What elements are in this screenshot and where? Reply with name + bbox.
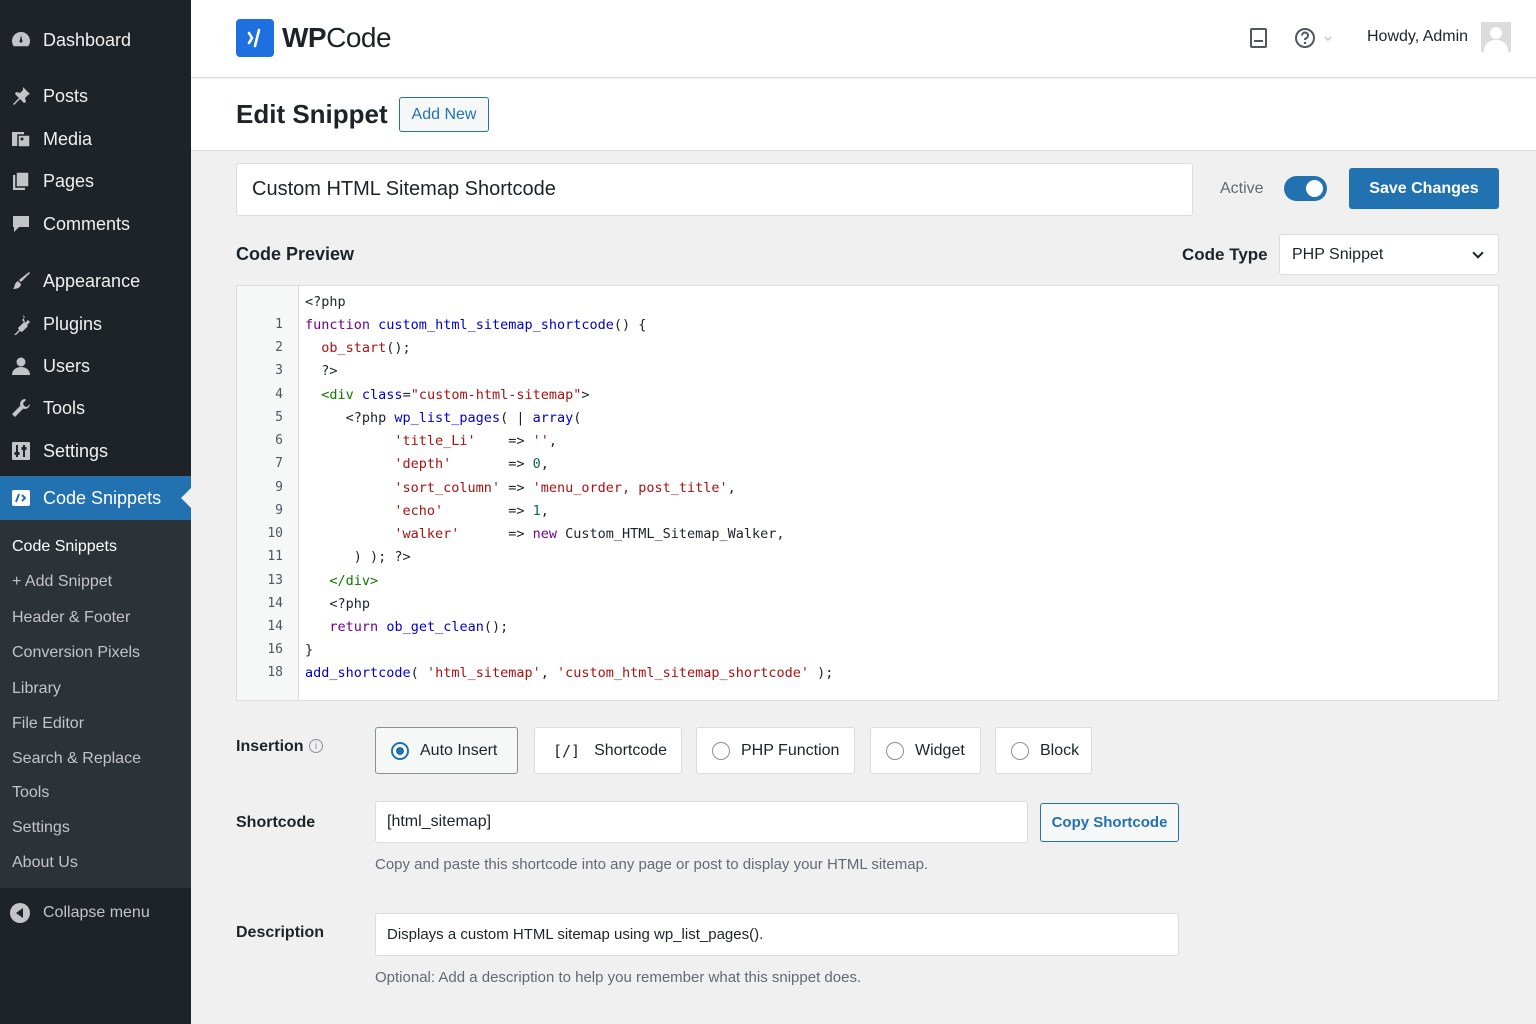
menu-tools[interactable]: Tools: [0, 388, 191, 428]
menu-plugins-label: Plugins: [43, 313, 103, 334]
menu-users[interactable]: Users: [0, 346, 191, 386]
insert-option-label: Widget: [915, 741, 965, 759]
menu-settings[interactable]: Settings: [0, 431, 191, 471]
description-help-text: Optional: Add a description to help you …: [375, 969, 862, 986]
menu-tools-label: Tools: [43, 397, 86, 418]
media-icon: [10, 128, 32, 150]
code-editor[interactable]: <?php 1 function custom_html_sitemap_shor…: [236, 285, 1499, 701]
code-preview-heading: Code Preview: [236, 244, 355, 264]
code-type-value: PHP Snippet: [1292, 245, 1384, 263]
collapse-menu-button[interactable]: Collapse menu: [0, 896, 191, 930]
add-new-button[interactable]: Add New: [399, 97, 489, 132]
menu-appearance[interactable]: Appearance: [0, 261, 191, 301]
settings-sliders-icon: [10, 440, 32, 462]
wpcode-logo-text: WPCode: [282, 22, 392, 53]
menu-posts-label: Posts: [43, 85, 89, 106]
snippet-title-input[interactable]: Custom HTML Sitemap Shortcode: [236, 163, 1193, 216]
insert-option-label: Shortcode: [594, 741, 668, 759]
menu-settings-label: Settings: [43, 440, 109, 461]
chevron-down-icon: [1472, 247, 1484, 259]
pin-icon: [10, 85, 32, 107]
collapse-menu-label: Collapse menu: [43, 904, 150, 921]
admin-sidebar: Dashboard Posts Media Pages Comments App…: [0, 0, 191, 1024]
submenu-about-us[interactable]: About Us: [12, 854, 78, 872]
insertion-label: Insertion: [236, 738, 304, 755]
menu-code-snippets-label: Code Snippets: [43, 487, 162, 508]
active-label: Active: [1220, 180, 1264, 197]
menu-plugins[interactable]: Plugins: [0, 304, 191, 344]
radio-icon: [886, 741, 904, 760]
menu-code-snippets[interactable]: Code Snippets: [0, 476, 191, 520]
menu-appearance-label: Appearance: [43, 270, 141, 291]
shortcode-input[interactable]: [html_sitemap]: [375, 801, 1028, 843]
plug-icon: [10, 313, 32, 335]
code-type-select[interactable]: PHP Snippet: [1279, 234, 1499, 275]
description-input[interactable]: Displays a custom HTML sitemap using wp_…: [375, 913, 1179, 956]
submenu-code-snippets[interactable]: Code Snippets: [12, 538, 117, 556]
copy-shortcode-button[interactable]: Copy Shortcode: [1040, 803, 1179, 842]
menu-pages[interactable]: Pages: [0, 161, 191, 201]
dashboard-icon: [10, 29, 32, 51]
page-title: Edit Snippet: [236, 99, 388, 129]
menu-dashboard-label: Dashboard: [43, 29, 132, 50]
menu-media[interactable]: Media: [0, 119, 191, 159]
radio-icon: [1011, 741, 1029, 760]
submenu-settings[interactable]: Settings: [12, 819, 70, 837]
wpcode-logo: WPCode: [236, 19, 392, 57]
shortcode-label: Shortcode: [236, 814, 316, 831]
submenu-header-footer[interactable]: Header & Footer: [12, 609, 130, 627]
submenu-search-replace[interactable]: Search & Replace: [12, 750, 141, 768]
submenu-tools[interactable]: Tools: [12, 784, 49, 802]
howdy-admin[interactable]: Howdy, Admin: [1367, 28, 1468, 46]
save-changes-button[interactable]: Save Changes: [1349, 168, 1499, 209]
submenu-file-editor[interactable]: File Editor: [12, 715, 84, 733]
insert-option-widget[interactable]: Widget: [870, 727, 981, 774]
wpcode-header: WPCode Howdy, Admin: [191, 0, 1536, 78]
insert-option-label: Auto Insert: [420, 741, 498, 759]
page-header: Edit Snippet Add New: [191, 79, 1536, 151]
menu-posts[interactable]: Posts: [0, 76, 191, 116]
shortcode-icon: [/]: [553, 741, 581, 760]
menu-dashboard[interactable]: Dashboard: [0, 20, 191, 60]
pages-icon: [10, 170, 32, 192]
shortcode-help-text: Copy and paste this shortcode into any p…: [375, 856, 929, 873]
menu-comments[interactable]: Comments: [0, 204, 191, 244]
menu-pages-label: Pages: [43, 170, 95, 191]
radio-icon: [391, 741, 409, 760]
insert-option-label: PHP Function: [741, 741, 840, 759]
insert-option-php-function[interactable]: PHP Function: [696, 727, 855, 774]
insert-option-block[interactable]: Block: [995, 727, 1092, 774]
wrench-icon: [10, 397, 32, 419]
wpcode-logo-icon: [236, 19, 274, 57]
brush-icon: [10, 270, 32, 292]
docs-icon[interactable]: [1248, 26, 1270, 50]
menu-users-label: Users: [43, 355, 91, 376]
code-type-label: Code Type: [1182, 245, 1268, 264]
code-snippets-submenu: Code Snippets + Add Snippet Header & Foo…: [0, 520, 191, 888]
submenu-conversion-pixels[interactable]: Conversion Pixels: [12, 644, 140, 662]
info-icon[interactable]: i: [309, 739, 323, 753]
submenu-library[interactable]: Library: [12, 680, 61, 698]
insert-option-shortcode[interactable]: [/] Shortcode: [534, 727, 682, 774]
insert-option-auto-insert[interactable]: Auto Insert: [375, 727, 518, 774]
menu-media-label: Media: [43, 128, 93, 149]
active-toggle[interactable]: [1284, 176, 1327, 201]
help-icon[interactable]: [1294, 26, 1334, 50]
submenu-add-snippet[interactable]: + Add Snippet: [12, 573, 112, 591]
radio-icon: [712, 741, 730, 760]
user-icon: [10, 355, 32, 377]
menu-comments-label: Comments: [43, 213, 131, 234]
insert-option-label: Block: [1040, 741, 1080, 759]
collapse-arrow-icon: [10, 903, 30, 923]
avatar[interactable]: [1481, 22, 1511, 52]
wpcode-icon: [10, 487, 32, 509]
comments-icon: [10, 213, 32, 235]
description-label: Description: [236, 924, 325, 941]
